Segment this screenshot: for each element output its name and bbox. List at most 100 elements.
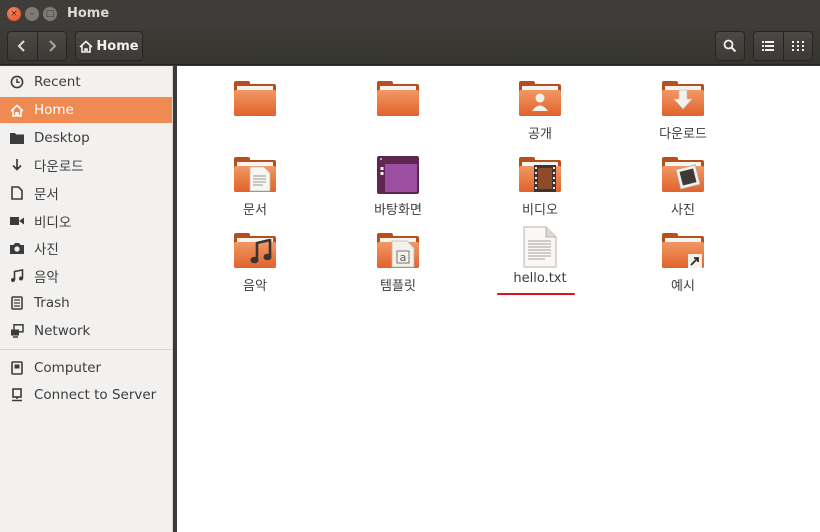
sidebar-item-connect-to-server[interactable]: Connect to Server: [0, 382, 172, 408]
text-file-icon: [517, 226, 563, 268]
sidebar-item-label: 비디오: [34, 215, 72, 231]
sidebar-item-downloads[interactable]: 다운로드: [0, 152, 172, 178]
file-item-documents[interactable]: 문서: [195, 154, 315, 218]
file-item-videos[interactable]: 비디오: [480, 154, 600, 218]
sidebar-item-home[interactable]: Home: [0, 97, 172, 123]
sidebar: Recent Home Desktop 다운로드 문서 비디오 사진 음악 Tr…: [0, 66, 173, 532]
minimize-window-button[interactable]: –: [25, 7, 39, 21]
video-icon: [9, 213, 25, 229]
file-item-desktop[interactable]: 바탕화면: [338, 154, 458, 218]
sidebar-item-videos[interactable]: 비디오: [0, 208, 172, 234]
file-label: 문서: [243, 203, 267, 218]
sidebar-item-pictures[interactable]: 사진: [0, 235, 172, 261]
link-arrow-icon: [688, 254, 702, 268]
clock-icon: [9, 74, 25, 90]
file-item-templates[interactable]: a 템플릿: [338, 230, 458, 294]
file-item-examples[interactable]: 예시: [623, 230, 743, 294]
maximize-icon: □: [45, 8, 55, 19]
camera-icon: [9, 240, 25, 256]
sidebar-item-label: Network: [34, 323, 91, 339]
file-label: 사진: [671, 203, 695, 218]
file-label: 비디오: [522, 203, 558, 218]
maximize-window-button[interactable]: □: [43, 7, 57, 21]
folder-download-icon: [660, 78, 706, 120]
close-window-button[interactable]: ×: [7, 7, 21, 21]
list-view-button[interactable]: [754, 32, 783, 60]
download-icon: [673, 89, 693, 111]
photo-icon: [674, 164, 702, 190]
sidebar-item-documents[interactable]: 문서: [0, 180, 172, 206]
path-bar-home-button[interactable]: Home: [75, 31, 143, 61]
folder-link-icon: [660, 230, 706, 272]
path-bar-label: Home: [96, 38, 139, 54]
folder-templates-icon: a: [375, 230, 421, 272]
sidebar-item-network[interactable]: Network: [0, 318, 172, 344]
document-icon: [249, 166, 271, 192]
folder-icon: [9, 130, 25, 146]
file-item-hello-txt[interactable]: hello.txt: [480, 226, 600, 286]
file-item-public[interactable]: 공개: [480, 78, 600, 142]
file-label: hello.txt: [513, 271, 567, 286]
sidebar-item-label: Connect to Server: [34, 387, 157, 403]
sidebar-separator: [0, 349, 172, 350]
folder-videos-icon: [517, 154, 563, 196]
file-label: 다운로드: [659, 127, 707, 142]
toolbar: Home: [0, 28, 820, 65]
folder-pictures-icon: [660, 154, 706, 196]
search-icon: [723, 39, 737, 53]
folder-icon: [375, 78, 421, 120]
file-item-folder-2[interactable]: [338, 78, 458, 123]
sidebar-item-label: 사진: [34, 242, 59, 258]
folder-public-icon: [517, 78, 563, 120]
file-label: 바탕화면: [374, 203, 422, 218]
sidebar-item-label: 다운로드: [34, 159, 84, 175]
navigation-group: [7, 31, 67, 61]
red-underline-annotation: [497, 293, 575, 295]
file-item-folder-1[interactable]: [195, 78, 315, 123]
close-icon: ×: [10, 8, 18, 19]
sidebar-item-label: 문서: [34, 187, 59, 203]
download-icon: [9, 157, 25, 173]
file-label: 템플릿: [380, 279, 416, 294]
computer-icon: [9, 360, 25, 376]
file-view: 공개 다운로드 문서 바탕화면 비디오 사진 음악 a 템플릿 hello.tx…: [177, 66, 820, 532]
grid-view-icon: [791, 41, 804, 51]
forward-button[interactable]: [36, 32, 66, 60]
folder-desktop-icon: [375, 154, 421, 196]
sidebar-item-music[interactable]: 음악: [0, 263, 172, 289]
file-item-music[interactable]: 음악: [195, 230, 315, 294]
sidebar-item-recent[interactable]: Recent: [0, 69, 172, 95]
sidebar-item-computer[interactable]: Computer: [0, 355, 172, 381]
sidebar-item-desktop[interactable]: Desktop: [0, 125, 172, 151]
trash-icon: [9, 295, 25, 311]
sidebar-item-label: Computer: [34, 360, 102, 376]
film-icon: [534, 165, 556, 192]
window-title: Home: [67, 6, 110, 21]
template-icon: a: [391, 240, 415, 268]
svg-text:a: a: [400, 251, 407, 264]
list-view-icon: [762, 41, 775, 51]
file-label: 예시: [671, 279, 695, 294]
document-icon: [9, 185, 25, 201]
grid-view-button[interactable]: [782, 32, 812, 60]
back-button[interactable]: [8, 32, 37, 60]
sidebar-item-label: Recent: [34, 74, 81, 90]
network-icon: [9, 323, 25, 339]
home-icon: [9, 102, 25, 118]
home-icon: [79, 39, 93, 53]
title-bar: × – □ Home: [0, 0, 820, 28]
file-item-pictures[interactable]: 사진: [623, 154, 743, 218]
sidebar-item-trash[interactable]: Trash: [0, 290, 172, 316]
minimize-icon: –: [29, 8, 35, 19]
search-button[interactable]: [715, 31, 745, 61]
server-icon: [9, 387, 25, 403]
sidebar-item-label: Trash: [34, 295, 70, 311]
folder-icon: [232, 78, 278, 120]
file-item-downloads[interactable]: 다운로드: [623, 78, 743, 142]
sidebar-item-label: Home: [34, 102, 74, 118]
sidebar-item-label: Desktop: [34, 130, 90, 146]
music-note-icon: [250, 239, 272, 265]
sidebar-item-label: 음악: [34, 270, 59, 286]
folder-documents-icon: [232, 154, 278, 196]
chevron-left-icon: [18, 40, 26, 52]
